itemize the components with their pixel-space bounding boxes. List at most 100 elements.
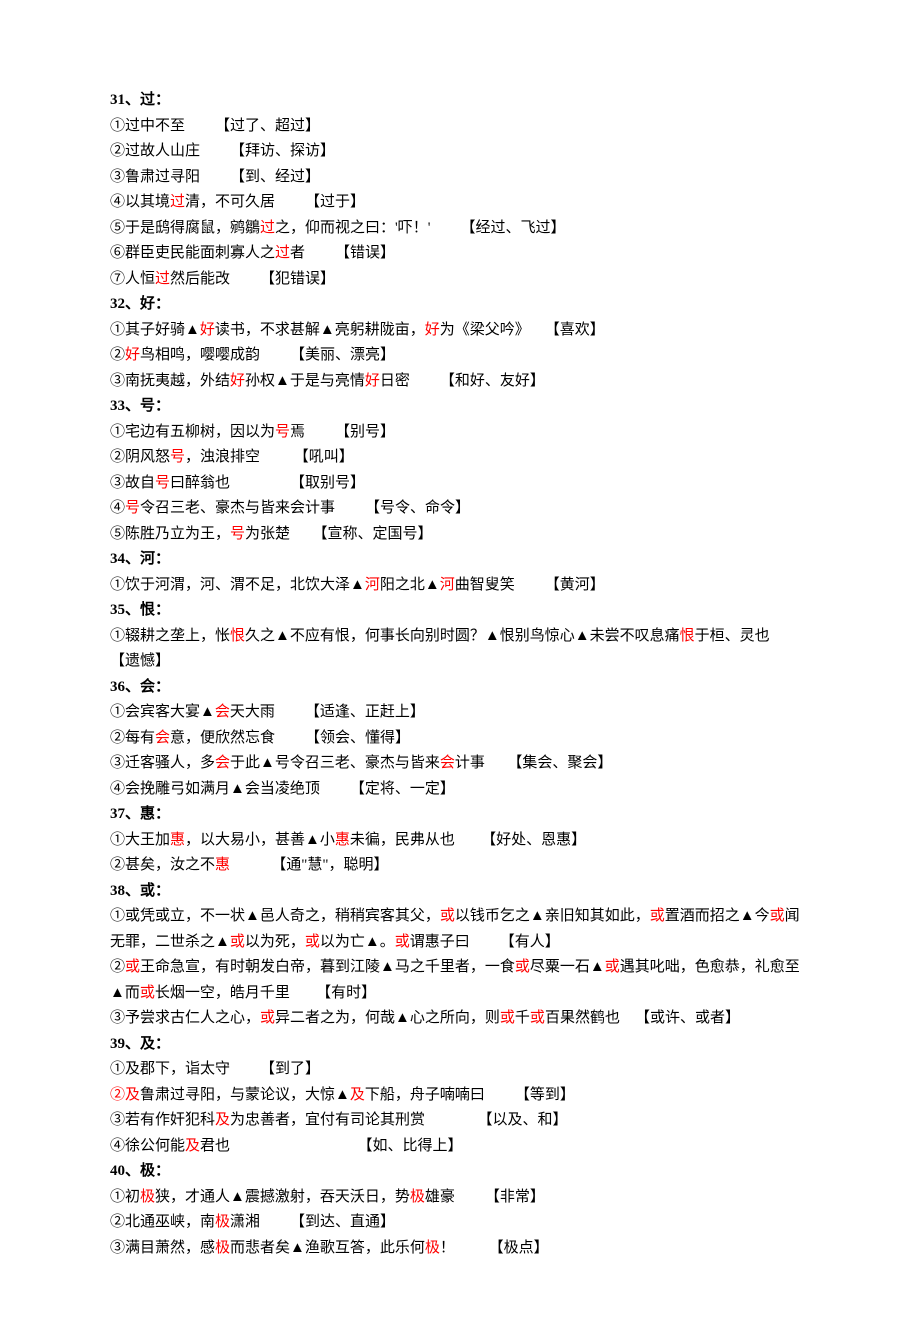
- entry-line: ④以其境过清，不可久居 【过于】: [110, 190, 810, 216]
- highlight-text: 及: [185, 1138, 200, 1154]
- entry-line: ②每有会意，便欣然忘食 【领会、懂得】: [110, 726, 810, 752]
- entry-line: ②过故人山庄 【拜访、探访】: [110, 139, 810, 165]
- entry-line: ①初极狭，才通人▲震撼激射，吞天沃日，势极雄豪 【非常】: [110, 1185, 810, 1211]
- highlight-text: 惠: [170, 832, 185, 848]
- entry-line: ①宅边有五柳树，因以为号焉 【别号】: [110, 420, 810, 446]
- entry-line: ③南抚夷越，外结好孙权▲于是与亮情好日密 【和好、友好】: [110, 369, 810, 395]
- body-text: 而悲者矣▲渔歌互答，此乐何: [230, 1240, 425, 1256]
- entry-line: ③故自号曰醉翁也 【取别号】: [110, 471, 810, 497]
- highlight-text: 极: [410, 1189, 425, 1205]
- highlight-text: 号: [275, 424, 290, 440]
- body-text: 计事 【集会、聚会】: [455, 755, 613, 771]
- entry-heading: 40、极：: [110, 1159, 810, 1185]
- entry-line: ⑦人恒过然后能改 【犯错误】: [110, 267, 810, 293]
- highlight-text: 河: [365, 577, 380, 593]
- body-text: ②甚矣，汝之不: [110, 857, 215, 873]
- highlight-text: 会: [440, 755, 455, 771]
- highlight-text: 号: [230, 526, 245, 542]
- body-text: ④会挽雕弓如满月▲会当凌绝顶 【定将、一定】: [110, 781, 455, 797]
- highlight-text: 好: [230, 373, 245, 389]
- body-text: 【通"慧"，聪明】: [230, 857, 389, 873]
- body-text: ③故自: [110, 475, 155, 491]
- body-text: ①饮于河渭，河、渭不足，北饮大泽▲: [110, 577, 365, 593]
- body-text: ②: [110, 347, 125, 363]
- highlight-text: 或: [440, 908, 455, 924]
- body-text: 令召三老、豪杰与皆来会计事 【号令、命令】: [140, 500, 470, 516]
- body-text: ⑦人恒: [110, 271, 155, 287]
- entry-heading: 32、好：: [110, 292, 810, 318]
- body-text: 以钱币乞之▲亲旧知其如此，: [455, 908, 650, 924]
- body-text: 阳之北▲: [380, 577, 440, 593]
- entry-line: ①过中不至 【过了、超过】: [110, 114, 810, 140]
- body-text: 曰醉翁也 【取别号】: [170, 475, 365, 491]
- highlight-text: 好: [425, 322, 440, 338]
- highlight-text: 极: [140, 1189, 155, 1205]
- body-text: 置酒而招之▲今: [665, 908, 770, 924]
- body-text: 孙权▲于是与亮情: [245, 373, 365, 389]
- body-text: ①过中不至 【过了、超过】: [110, 118, 320, 134]
- highlight-text: 会: [215, 704, 230, 720]
- body-text: 然后能改 【犯错误】: [170, 271, 335, 287]
- highlight-text: 或: [125, 959, 140, 975]
- body-text: 谓惠子曰 【有人】: [410, 934, 560, 950]
- body-text: 长烟一空，皓月千里 【有时】: [155, 985, 376, 1001]
- body-text: 天大雨 【适逢、正赶上】: [230, 704, 425, 720]
- entry-heading: 39、及：: [110, 1032, 810, 1058]
- body-text: 鸟相鸣，嘤嘤成韵 【美丽、漂亮】: [140, 347, 395, 363]
- highlight-text: 河: [440, 577, 455, 593]
- body-text: 君也 【如、比得上】: [200, 1138, 463, 1154]
- body-text: ①或凭或立，不一状▲邑人奇之，稍稍宾客其父，: [110, 908, 440, 924]
- document-body: 31、过：①过中不至 【过了、超过】②过故人山庄 【拜访、探访】③鲁肃过寻阳 【…: [110, 88, 810, 1261]
- body-text: 曲智叟笑 【黄河】: [455, 577, 605, 593]
- body-text: 以为死，: [245, 934, 305, 950]
- body-text: 日密 【和好、友好】: [380, 373, 545, 389]
- body-text: ①会宾客大宴▲: [110, 704, 215, 720]
- highlight-text: 过: [275, 245, 290, 261]
- body-text: ①及郡下，诣太守 【到了】: [110, 1061, 320, 1077]
- body-text: ①其子好骑▲: [110, 322, 200, 338]
- highlight-text: 号: [155, 475, 170, 491]
- highlight-text: 或: [395, 934, 410, 950]
- highlight-text: 及: [350, 1087, 365, 1103]
- body-text: 为张楚 【宣称、定国号】: [245, 526, 433, 542]
- body-text: ①初: [110, 1189, 140, 1205]
- highlight-text: 或: [530, 1010, 545, 1026]
- body-text: 王命急宣，有时朝发白帝，暮到江陵▲马之千里者，一食: [140, 959, 515, 975]
- body-text: 为忠善者，宜付有司论其刑赏 【以及、和】: [230, 1112, 568, 1128]
- highlight-text: 好: [365, 373, 380, 389]
- highlight-text: 会: [215, 755, 230, 771]
- entry-heading: 35、恨：: [110, 598, 810, 624]
- highlight-text: 极: [425, 1240, 440, 1256]
- body-text: 读书，不求甚解▲亮躬耕陇亩，: [215, 322, 425, 338]
- entry-line: ①或凭或立，不一状▲邑人奇之，稍稍宾客其父，或以钱币乞之▲亲旧知其如此，或置酒而…: [110, 904, 810, 955]
- highlight-text: 好: [125, 347, 140, 363]
- entry-line: ③鲁肃过寻阳 【到、经过】: [110, 165, 810, 191]
- body-text: ③鲁肃过寻阳 【到、经过】: [110, 169, 320, 185]
- body-text: 下船，舟子喃喃曰 【等到】: [365, 1087, 575, 1103]
- entry-line: ③满目萧然，感极而悲者矣▲渔歌互答，此乐何极！ 【极点】: [110, 1236, 810, 1262]
- body-text: ③若有作奸犯科: [110, 1112, 215, 1128]
- highlight-text: ②及: [110, 1087, 140, 1103]
- body-text: ，以大易小，甚善▲小: [185, 832, 335, 848]
- entry-heading: 33、号：: [110, 394, 810, 420]
- highlight-text: 极: [215, 1240, 230, 1256]
- body-text: 潇湘 【到达、直通】: [230, 1214, 395, 1230]
- entry-heading: 38、或：: [110, 879, 810, 905]
- entry-line: ③若有作奸犯科及为忠善者，宜付有司论其刑赏 【以及、和】: [110, 1108, 810, 1134]
- highlight-text: 或: [305, 934, 320, 950]
- body-text: 异二者之为，何哉▲心之所向，则: [275, 1010, 500, 1026]
- entry-line: ⑥群臣吏民能面刺寡人之过者 【错误】: [110, 241, 810, 267]
- body-text: ①辍耕之垄上，怅: [110, 628, 230, 644]
- body-text: 焉 【别号】: [290, 424, 395, 440]
- highlight-text: 或: [500, 1010, 515, 1026]
- entry-line: ③迁客骚人，多会于此▲号令召三老、豪杰与皆来会计事 【集会、聚会】: [110, 751, 810, 777]
- body-text: ②: [110, 959, 125, 975]
- entry-heading: 36、会：: [110, 675, 810, 701]
- body-text: 久之▲不应有恨，何事长向别时圆？▲恨别鸟惊心▲未尝不叹息痛: [245, 628, 680, 644]
- body-text: ②北通巫峡，南: [110, 1214, 215, 1230]
- entry-line: ②北通巫峡，南极潇湘 【到达、直通】: [110, 1210, 810, 1236]
- body-text: ③南抚夷越，外结: [110, 373, 230, 389]
- body-text: ⑥群臣吏民能面刺寡人之: [110, 245, 275, 261]
- entry-line: ⑤于是鸱得腐鼠，鹓鶵过之，仰而视之曰：'吓！' 【经过、飞过】: [110, 216, 810, 242]
- body-text: ！ 【极点】: [440, 1240, 549, 1256]
